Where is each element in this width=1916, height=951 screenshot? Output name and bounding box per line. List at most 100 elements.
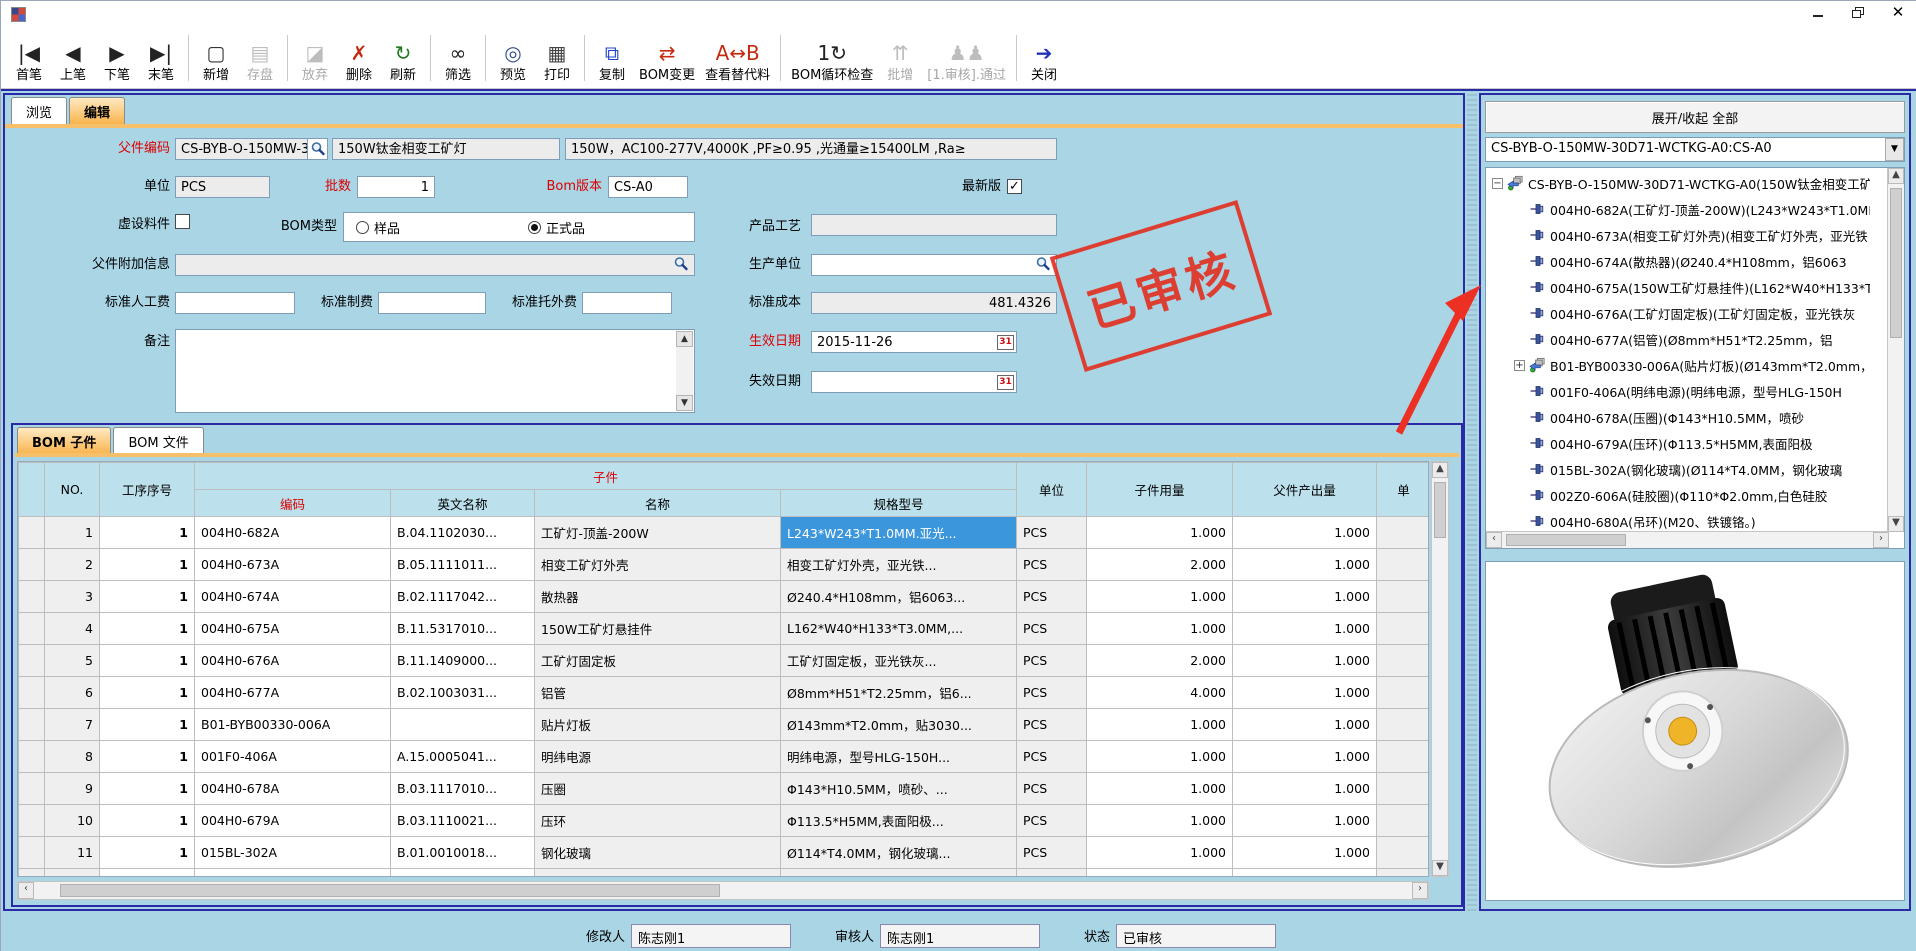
cell-next[interactable] <box>1377 709 1429 741</box>
cell-next[interactable] <box>1377 645 1429 677</box>
tree-node[interactable]: + B01-BYB00330-006A(贴片灯板)(Ø143mm*T2.0mm，… <box>1486 352 1870 378</box>
std-mfg-field[interactable] <box>378 292 486 314</box>
cell-selector[interactable] <box>19 581 45 613</box>
cell-en-name[interactable]: B.05.1111011... <box>391 549 535 581</box>
cell-seq[interactable]: 1 <box>100 517 195 549</box>
cell-parent-qty[interactable]: 1.000 <box>1233 549 1377 581</box>
cell-unit[interactable]: PCS <box>1017 869 1087 878</box>
tree-node[interactable]: 004H0-679A(压环)(Φ113.5*H5MM,表面阳极 <box>1486 430 1870 456</box>
cell-next[interactable] <box>1377 741 1429 773</box>
cell-parent-qty[interactable]: 1.000 <box>1233 677 1377 709</box>
cell-qty[interactable]: 1.000 <box>1087 837 1233 869</box>
cell-next[interactable] <box>1377 613 1429 645</box>
restore-button[interactable] <box>1849 3 1867 21</box>
cell-parent-qty[interactable]: 1.000 <box>1233 581 1377 613</box>
std-labor-field[interactable] <box>175 292 295 314</box>
cell-name[interactable]: 铝管 <box>535 677 781 709</box>
scroll-down-icon[interactable]: ▼ <box>1888 516 1904 532</box>
cell-spec[interactable]: Ø240.4*H108mm，铝6063... <box>781 581 1017 613</box>
cell-no[interactable]: 9 <box>45 773 100 805</box>
cell-selector[interactable] <box>19 677 45 709</box>
cell-unit[interactable]: PCS <box>1017 613 1087 645</box>
bom-change-button[interactable]: ⇄ BOM变更 <box>634 30 700 86</box>
cell-qty[interactable]: 1.000 <box>1087 805 1233 837</box>
cell-unit[interactable]: PCS <box>1017 581 1087 613</box>
cell-seq[interactable]: 1 <box>100 869 195 878</box>
cell-qty[interactable]: 2.000 <box>1087 645 1233 677</box>
cell-no[interactable]: 8 <box>45 741 100 773</box>
cell-qty[interactable]: 4.000 <box>1087 677 1233 709</box>
cell-name[interactable]: 贴片灯板 <box>535 709 781 741</box>
tree-node[interactable]: 002Z0-606A(硅胶圈)(Φ110*Φ2.0mm,白色硅胶 <box>1486 482 1870 508</box>
col-header-parent-qty[interactable]: 父件产出量 <box>1233 463 1377 517</box>
cell-en-name[interactable]: B.02.1003031... <box>391 677 535 709</box>
cell-qty[interactable]: 1.000 <box>1087 517 1233 549</box>
cell-unit[interactable]: PCS <box>1017 549 1087 581</box>
cell-selector[interactable] <box>19 517 45 549</box>
cell-unit[interactable]: PCS <box>1017 805 1087 837</box>
remark-scrollbar[interactable]: ▲ ▼ <box>676 331 693 411</box>
散热器[interactable]: 3 1 004H0-674A B.02.1117042... 散热器 Ø240.… <box>19 581 1430 613</box>
discard-button[interactable]: ◪ 放弃 <box>293 30 337 86</box>
production-unit-field[interactable] <box>811 254 1057 276</box>
close-window-button[interactable]: ✕ <box>1889 3 1907 21</box>
cell-seq[interactable]: 1 <box>100 677 195 709</box>
virtual-part-checkbox[interactable] <box>175 214 190 229</box>
col-header-qty[interactable]: 子件用量 <box>1087 463 1233 517</box>
cell-next[interactable] <box>1377 581 1429 613</box>
cell-en-name[interactable] <box>391 709 535 741</box>
scroll-left-icon[interactable]: ‹ <box>18 882 34 899</box>
cell-selector[interactable] <box>19 837 45 869</box>
cell-unit[interactable]: PCS <box>1017 709 1087 741</box>
cell-spec[interactable]: L162*W40*H133*T3.0MM,... <box>781 613 1017 645</box>
bom-version-selector[interactable]: CS-BYB-O-150MW-30D71-WCTKG-A0:CS-A0 <box>1485 137 1905 162</box>
cell-unit[interactable]: PCS <box>1017 517 1087 549</box>
bom-tab[interactable]: BOM 文件 <box>113 427 203 454</box>
工矿灯固定板[interactable]: 5 1 004H0-676A B.11.1409000... 工矿灯固定板 工矿… <box>19 645 1430 677</box>
minimize-button[interactable] <box>1809 3 1827 21</box>
cell-next[interactable] <box>1377 517 1429 549</box>
scroll-thumb[interactable] <box>60 884 720 897</box>
latest-version-checkbox[interactable] <box>1007 179 1022 194</box>
tree-node[interactable]: 004H0-675A(150W工矿灯悬挂件)(L162*W40*H133*T3.… <box>1486 274 1870 300</box>
close-button[interactable]: ➔ 关闭 <box>1022 30 1066 86</box>
cell-parent-qty[interactable]: 1.000 <box>1233 869 1377 878</box>
cell-qty[interactable]: 2.000 <box>1087 549 1233 581</box>
cell-next[interactable] <box>1377 869 1429 878</box>
tree-node[interactable]: − CS-BYB-O-150MW-30D71-WCTKG-A0(150W钛金相变… <box>1486 170 1870 196</box>
cell-seq[interactable]: 1 <box>100 645 195 677</box>
cell-selector[interactable] <box>19 741 45 773</box>
col-header-en-name[interactable]: 英文名称 <box>391 490 535 517</box>
cell-qty[interactable]: 1.000 <box>1087 709 1233 741</box>
cell-spec[interactable]: 明纬电源，型号HLG-150H... <box>781 741 1017 773</box>
tree-horizontal-scrollbar[interactable]: ‹ › <box>1486 531 1889 548</box>
panel-splitter[interactable] <box>1467 93 1477 911</box>
150W工矿灯悬挂件[interactable]: 4 1 004H0-675A B.11.5317010... 150W工矿灯悬挂… <box>19 613 1430 645</box>
cell-qty[interactable]: 1.000 <box>1087 581 1233 613</box>
batch-add-button[interactable]: ⇈ 批增 <box>878 30 922 86</box>
cell-no[interactable]: 7 <box>45 709 100 741</box>
tree-node[interactable]: 004H0-673A(相变工矿灯外壳)(相变工矿灯外壳，亚光铁 <box>1486 222 1870 248</box>
filter-button[interactable]: ∞ 筛选 <box>436 30 480 86</box>
col-header-next[interactable]: 单 <box>1377 463 1429 517</box>
cell-spec[interactable]: Ø8mm*H51*T2.25mm，铝6... <box>781 677 1017 709</box>
cell-name[interactable]: 散热器 <box>535 581 781 613</box>
batch-field[interactable]: 1 <box>357 176 435 198</box>
tree-node[interactable]: 015BL-302A(钢化玻璃)(Ø114*T4.0MM，钢化玻璃 <box>1486 456 1870 482</box>
cell-en-name[interactable]: B.03.1110021... <box>391 805 535 837</box>
cell-en-name[interactable]: B.03.1117010... <box>391 773 535 805</box>
calendar-icon[interactable]: 31 <box>997 335 1014 350</box>
cell-name[interactable]: 150W工矿灯悬挂件 <box>535 613 781 645</box>
cell-name[interactable]: 工矿灯固定板 <box>535 645 781 677</box>
bom-type-radio-option[interactable]: 正式品 <box>528 218 585 237</box>
scroll-thumb[interactable] <box>1506 534 1626 546</box>
cell-selector[interactable] <box>19 805 45 837</box>
cell-seq[interactable]: 1 <box>100 837 195 869</box>
tree-node[interactable]: 004H0-677A(铝管)(Ø8mm*H51*T2.25mm，铝 <box>1486 326 1870 352</box>
scroll-left-icon[interactable]: ‹ <box>1486 532 1502 548</box>
cell-spec[interactable]: 相变工矿灯外壳，亚光铁... <box>781 549 1017 581</box>
tree-expander-icon[interactable]: − <box>1492 178 1503 189</box>
cell-no[interactable]: 12 <box>45 869 100 878</box>
prev-record-button[interactable]: ◀ 上笔 <box>51 30 95 86</box>
cell-name[interactable]: 压环 <box>535 805 781 837</box>
